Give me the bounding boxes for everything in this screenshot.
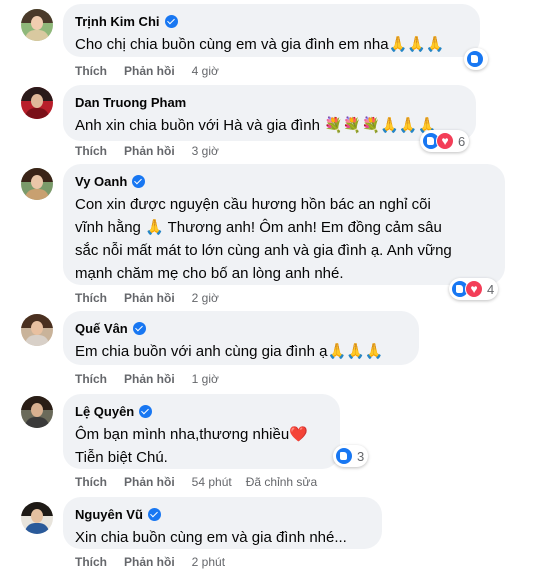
reply-button[interactable]: Phản hồi (124, 555, 175, 569)
avatar[interactable] (21, 87, 53, 119)
reaction-count: 3 (357, 448, 365, 464)
reaction-summary[interactable]: 6 (420, 130, 470, 152)
reaction-summary[interactable] (464, 48, 488, 70)
comment-timestamp[interactable]: 54 phút (192, 475, 232, 489)
comment-timestamp[interactable]: 1 giờ (192, 372, 219, 386)
avatar[interactable] (21, 396, 53, 428)
verified-badge-icon (132, 322, 146, 335)
edited-label[interactable]: Đã chỉnh sửa (246, 475, 317, 489)
comment-author[interactable]: Vy Oanh (75, 173, 127, 190)
comment-bubble: Quế Vân Em chia buồn với anh cùng gia đì… (63, 311, 419, 365)
verified-badge-icon (164, 15, 178, 28)
reaction-summary[interactable]: 3 (333, 445, 369, 467)
comment-timestamp[interactable]: 2 phút (192, 555, 225, 569)
comment-text: Anh xin chia buồn với Hà và gia đình 💐💐💐… (75, 117, 437, 134)
like-reaction-icon (466, 50, 484, 68)
comment-bubble: Nguyên Vũ Xin chia buồn cùng em và gia đ… (63, 497, 382, 549)
comment-bubble: Dan Truong Pham Anh xin chia buồn với Hà… (63, 85, 476, 141)
comment-text: Em chia buồn với anh cùng gia đình ạ🙏🙏🙏 (75, 343, 384, 360)
comment-text: Ôm bạn mình nha,thương nhiều❤️ Tiễn biệt… (75, 426, 308, 466)
reply-button[interactable]: Phản hồi (124, 144, 175, 158)
comment-timestamp[interactable]: 3 giờ (192, 144, 219, 158)
comment-author[interactable]: Trịnh Kim Chi (75, 13, 160, 30)
reply-button[interactable]: Phản hồi (124, 291, 175, 305)
like-reaction-icon (335, 447, 353, 465)
comment-bubble: Trịnh Kim Chi Cho chị chia buồn cùng em … (63, 4, 480, 57)
like-button[interactable]: Thích (75, 291, 107, 305)
comment-author[interactable]: Quế Vân (75, 320, 128, 337)
reply-button[interactable]: Phản hồi (124, 372, 175, 386)
comment-timestamp[interactable]: 4 giờ (192, 64, 219, 78)
reaction-count: 6 (458, 133, 466, 149)
love-reaction-icon (436, 132, 454, 150)
verified-badge-icon (147, 508, 161, 521)
comment-author[interactable]: Nguyên Vũ (75, 506, 143, 523)
reply-button[interactable]: Phản hồi (124, 475, 175, 489)
like-button[interactable]: Thích (75, 372, 107, 386)
comment-text: Con xin được nguyện cầu hương hồn bác an… (75, 196, 452, 282)
comment-text: Cho chị chia buồn cùng em và gia đình em… (75, 36, 445, 53)
reply-button[interactable]: Phản hồi (124, 64, 175, 78)
like-button[interactable]: Thích (75, 555, 107, 569)
comment-author[interactable]: Lệ Quyên (75, 403, 134, 420)
like-button[interactable]: Thích (75, 64, 107, 78)
avatar[interactable] (21, 314, 53, 346)
avatar[interactable] (21, 168, 53, 200)
comment-bubble: Vy Oanh Con xin được nguyện cầu hương hồ… (63, 164, 505, 285)
verified-badge-icon (139, 405, 153, 418)
comment-timestamp[interactable]: 2 giờ (192, 291, 219, 305)
avatar[interactable] (21, 502, 53, 534)
comment-bubble: Lệ Quyên Ôm bạn mình nha,thương nhiều❤️ … (63, 394, 340, 469)
verified-badge-icon (132, 175, 146, 188)
like-button[interactable]: Thích (75, 475, 107, 489)
like-button[interactable]: Thích (75, 144, 107, 158)
avatar[interactable] (21, 9, 53, 41)
comment-text: Xin chia buồn cùng em và gia đình nhé... (75, 529, 347, 546)
love-reaction-icon (465, 280, 483, 298)
comment-author[interactable]: Dan Truong Pham (75, 94, 186, 111)
reaction-summary[interactable]: 4 (449, 278, 499, 300)
reaction-count: 4 (487, 281, 495, 297)
